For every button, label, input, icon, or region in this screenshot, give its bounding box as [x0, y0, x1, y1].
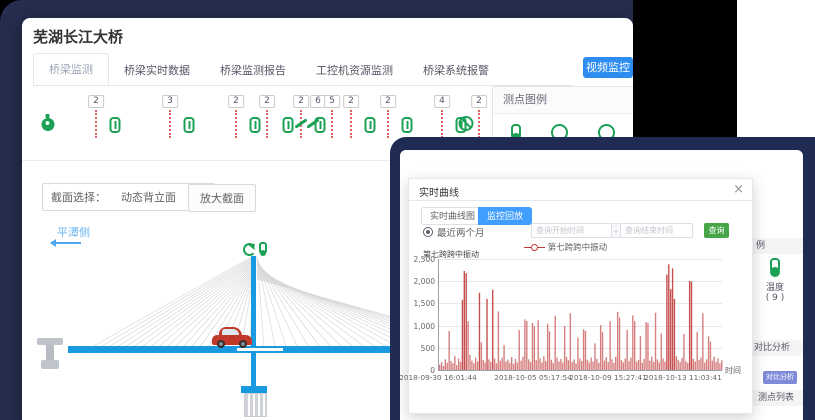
dotted-line — [169, 110, 171, 138]
chart-bars — [439, 259, 723, 370]
dotted-line — [387, 110, 389, 138]
x-tick-label: 2018-09-30 16:01:44 — [400, 373, 483, 382]
close-icon[interactable]: × — [733, 182, 744, 197]
y-tick-label: 2,500 — [409, 255, 435, 264]
x-axis — [438, 370, 722, 371]
background-black-band — [633, 0, 737, 150]
modal-title: 实时曲线 — [419, 184, 459, 199]
dotted-line — [441, 110, 443, 138]
tab-realtime-curve[interactable]: 实时曲线图 — [421, 207, 484, 225]
left-pier-stem — [46, 345, 54, 361]
legend-panel-title: 测点图例 — [493, 87, 633, 114]
query-start-time-input[interactable] — [531, 223, 612, 238]
query-button[interactable]: 查询 — [704, 223, 729, 238]
sensor-badge[interactable]: 2 — [259, 95, 275, 108]
sensor-badge[interactable]: 2 — [293, 95, 309, 108]
left-pier — [37, 338, 63, 345]
x-tick-label: 2018-10-13 11:03:41 — [638, 373, 728, 382]
background-window-edge — [737, 0, 815, 137]
tab-monitor-playback[interactable]: 监控回放 — [478, 207, 532, 225]
tower-thermometer-icon — [259, 242, 267, 254]
ban-icon — [459, 116, 474, 131]
dotted-line — [331, 110, 333, 138]
last-two-months-label: 最近两个月 — [437, 225, 485, 239]
legend-line-icon — [538, 247, 545, 248]
legend-label: 第七跨跨中振动 — [548, 243, 608, 253]
app-root: 芜湖长江大桥 桥梁监测桥梁实时数据桥梁监测报告工控机资源监测桥梁系统报警 视频监… — [0, 0, 815, 420]
realtime-curve-modal: 实时曲线 × 实时曲线图 监控回放 最近两个月 - 查询 第七跨跨中振动 第七跨… — [408, 178, 753, 414]
legend-line-icon — [524, 247, 531, 248]
last-two-months-radio[interactable] — [423, 227, 433, 237]
chain-link-icon — [315, 117, 326, 133]
range-separator: - — [612, 223, 620, 238]
sensor-badge[interactable]: 2 — [228, 95, 244, 108]
secondary-window-content: 例 温度 ( 9 ) 对比分析 对比分析 测点列表 实时曲线 × 实时曲线图 监… — [400, 150, 803, 420]
chain-link-icon — [250, 117, 261, 133]
chain-link-icon — [283, 117, 294, 133]
sensor-badge[interactable]: 2 — [343, 95, 359, 108]
dotted-line — [350, 110, 352, 138]
sensor-badge[interactable]: 2 — [380, 95, 396, 108]
thermometer-icon — [770, 258, 780, 273]
modal-header: 实时曲线 × — [409, 179, 752, 201]
sidebar-analysis-header: 对比分析 — [746, 340, 803, 356]
dotted-line — [95, 110, 97, 138]
chain-link-icon — [110, 117, 121, 133]
sensor-badge[interactable]: 3 — [162, 95, 178, 108]
dotted-line — [235, 110, 237, 138]
car-illustration — [212, 327, 252, 347]
temperature-count: ( 9 ) — [752, 293, 798, 303]
tower-footing — [241, 386, 267, 393]
rotation-sensor-icon — [243, 243, 256, 256]
bridge-tower — [251, 256, 256, 388]
dotted-line — [478, 110, 480, 138]
stopwatch-icon — [42, 118, 55, 131]
legend-circle-icon — [531, 244, 538, 251]
dotted-line — [266, 110, 268, 138]
query-end-time-input[interactable] — [620, 223, 693, 238]
sensor-badge[interactable]: 4 — [434, 95, 450, 108]
sensor-badge[interactable]: 2 — [471, 95, 487, 108]
tower-piles — [244, 393, 267, 417]
chain-link-icon — [402, 117, 413, 133]
sidebar-legend-header: 例 — [746, 238, 803, 254]
left-pier-base — [41, 360, 59, 369]
y-tick-label: 1,000 — [409, 322, 435, 331]
temperature-label: 温度 — [752, 280, 798, 293]
sensor-badge[interactable]: 2 — [88, 95, 104, 108]
section-select-label: 截面选择： — [43, 189, 114, 205]
y-tick-label: 1,500 — [409, 299, 435, 308]
sidebar-list-header: 测点列表 — [746, 390, 803, 406]
chain-link-icon — [365, 117, 376, 133]
compare-analysis-button[interactable]: 对比分析 — [763, 371, 797, 384]
enlarge-section-button[interactable]: 放大截面 — [188, 184, 256, 212]
secondary-window-frame: 例 温度 ( 9 ) 对比分析 对比分析 测点列表 实时曲线 × 实时曲线图 监… — [390, 137, 815, 420]
x-axis-unit: 时间 — [725, 365, 741, 376]
y-tick-label: 2,000 — [409, 277, 435, 286]
chain-link-icon — [184, 117, 195, 133]
y-tick-label: 500 — [409, 344, 435, 353]
section-select-value: 动态背立面 — [121, 189, 176, 205]
sensor-badge[interactable]: 5 — [324, 95, 340, 108]
sidebar-temperature-item[interactable]: 温度 ( 9 ) — [752, 258, 798, 303]
